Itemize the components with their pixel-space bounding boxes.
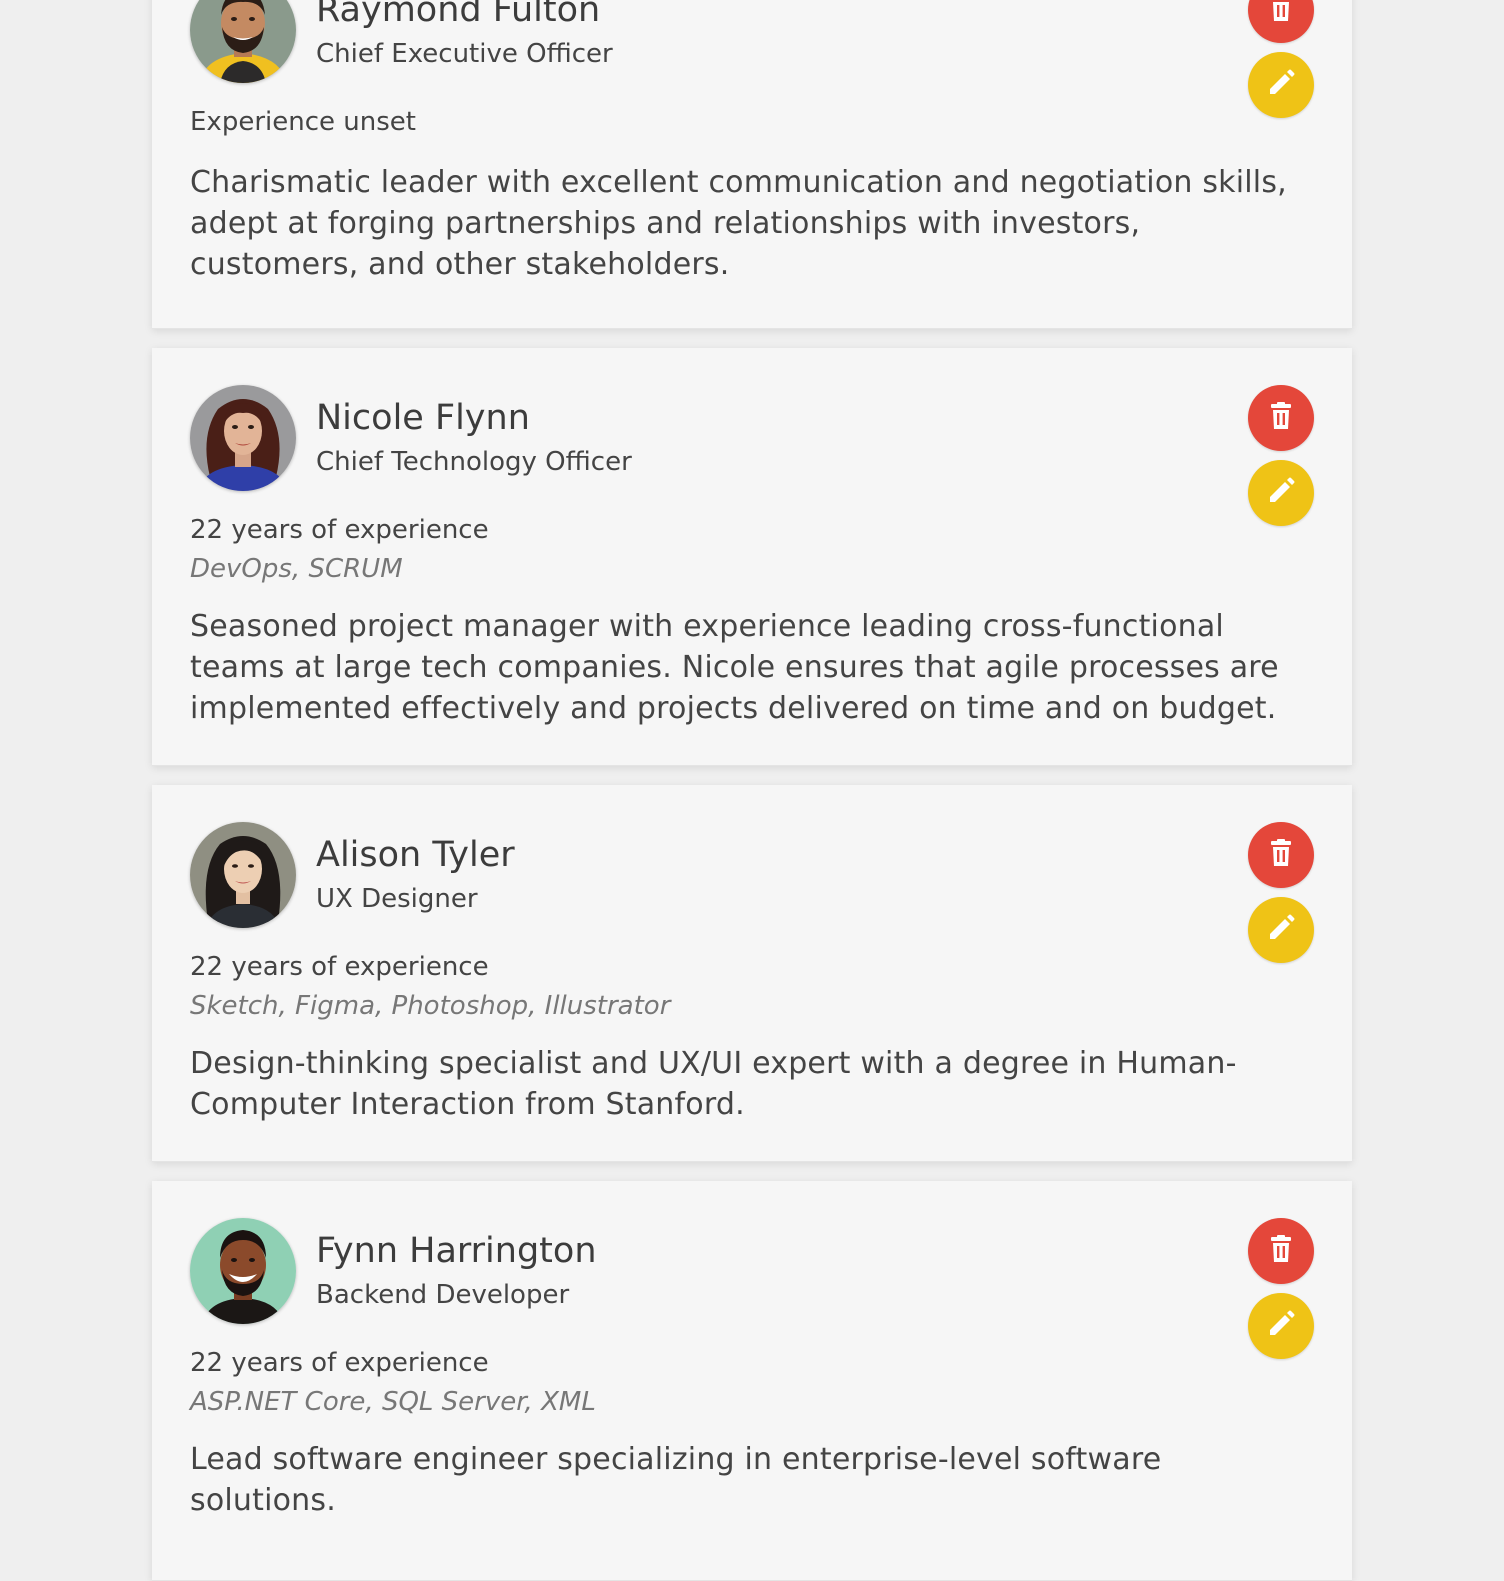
delete-button[interactable] bbox=[1248, 822, 1314, 888]
member-experience: Experience unset bbox=[190, 107, 416, 137]
member-bio: Lead software engineer specializing in e… bbox=[190, 1442, 1162, 1518]
member-role: Backend Developer bbox=[316, 1280, 570, 1310]
team-member-card: Raymond Fulton Chief Executive Officer E… bbox=[152, 0, 1352, 329]
member-name: Raymond Fulton bbox=[316, 0, 601, 30]
edit-button[interactable] bbox=[1248, 1293, 1314, 1359]
member-name: Nicole Flynn bbox=[316, 398, 530, 438]
pencil-icon bbox=[1266, 1309, 1296, 1343]
team-member-card: Nicole Flynn Chief Technology Officer 22… bbox=[152, 348, 1352, 766]
trash-icon bbox=[1268, 1235, 1294, 1267]
member-name: Fynn Harrington bbox=[316, 1231, 597, 1271]
pencil-icon bbox=[1266, 476, 1296, 510]
avatar bbox=[190, 1218, 296, 1324]
member-bio: Design-thinking specialist and UX/UI exp… bbox=[190, 1046, 1237, 1122]
team-member-card: Fynn Harrington Backend Developer 22 yea… bbox=[152, 1181, 1352, 1581]
member-name: Alison Tyler bbox=[316, 835, 515, 875]
avatar bbox=[190, 0, 296, 83]
edit-button[interactable] bbox=[1248, 52, 1314, 118]
avatar bbox=[190, 385, 296, 491]
member-skills: ASP.NET Core, SQL Server, XML bbox=[190, 1387, 596, 1417]
delete-button[interactable] bbox=[1248, 385, 1314, 451]
pencil-icon bbox=[1266, 913, 1296, 947]
edit-button[interactable] bbox=[1248, 460, 1314, 526]
pencil-icon bbox=[1266, 68, 1296, 102]
avatar bbox=[190, 822, 296, 928]
member-skills: DevOps, SCRUM bbox=[190, 554, 403, 584]
member-bio: Charismatic leader with excellent commun… bbox=[190, 165, 1287, 282]
member-role: Chief Executive Officer bbox=[316, 39, 613, 69]
member-role: Chief Technology Officer bbox=[316, 447, 632, 477]
team-member-card: Alison Tyler UX Designer 22 years of exp… bbox=[152, 785, 1352, 1162]
member-bio: Seasoned project manager with experience… bbox=[190, 609, 1279, 726]
member-experience: 22 years of experience bbox=[190, 952, 489, 982]
edit-button[interactable] bbox=[1248, 897, 1314, 963]
member-role: UX Designer bbox=[316, 884, 478, 914]
member-experience: 22 years of experience bbox=[190, 515, 489, 545]
member-experience: 22 years of experience bbox=[190, 1348, 489, 1378]
delete-button[interactable] bbox=[1248, 0, 1314, 43]
trash-icon bbox=[1268, 0, 1294, 26]
member-skills: Sketch, Figma, Photoshop, Illustrator bbox=[190, 991, 671, 1021]
trash-icon bbox=[1268, 402, 1294, 434]
delete-button[interactable] bbox=[1248, 1218, 1314, 1284]
trash-icon bbox=[1268, 839, 1294, 871]
